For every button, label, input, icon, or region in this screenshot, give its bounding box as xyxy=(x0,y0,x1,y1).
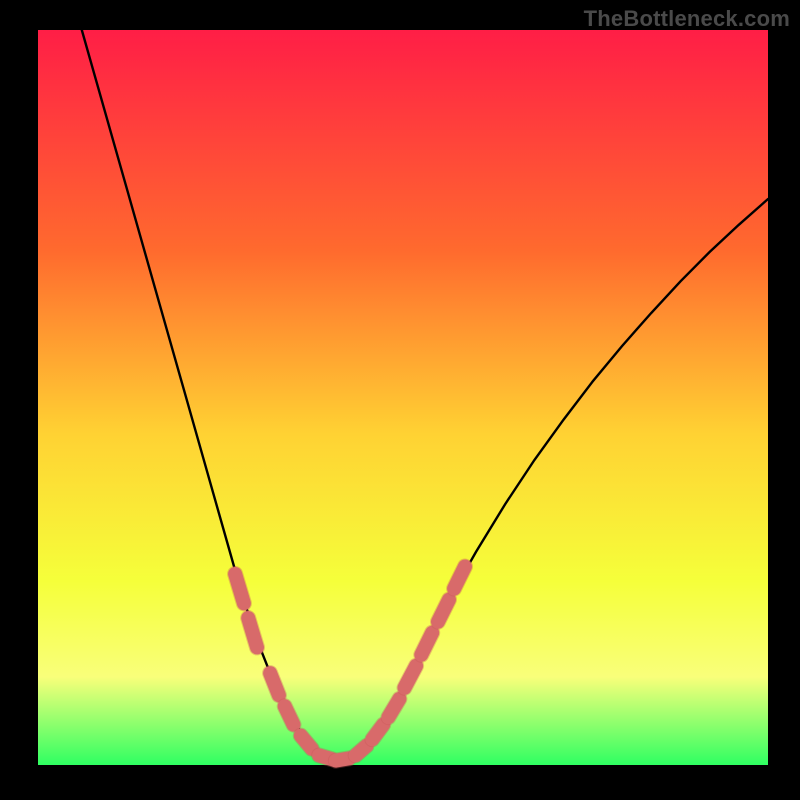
curve-marker xyxy=(285,706,294,724)
curve-marker xyxy=(270,673,279,695)
curve-marker xyxy=(248,618,257,647)
curve-marker xyxy=(388,699,399,717)
curve-marker xyxy=(421,633,432,655)
bottleneck-chart xyxy=(0,0,800,800)
curve-marker xyxy=(454,567,465,589)
chart-stage: TheBottleneck.com xyxy=(0,0,800,800)
watermark-label: TheBottleneck.com xyxy=(584,6,790,32)
curve-marker xyxy=(235,574,244,603)
curve-marker xyxy=(336,758,349,760)
curve-marker xyxy=(301,736,312,749)
curve-marker xyxy=(372,725,383,740)
plot-background xyxy=(38,30,768,765)
curve-marker xyxy=(438,600,449,622)
curve-marker xyxy=(356,746,367,756)
